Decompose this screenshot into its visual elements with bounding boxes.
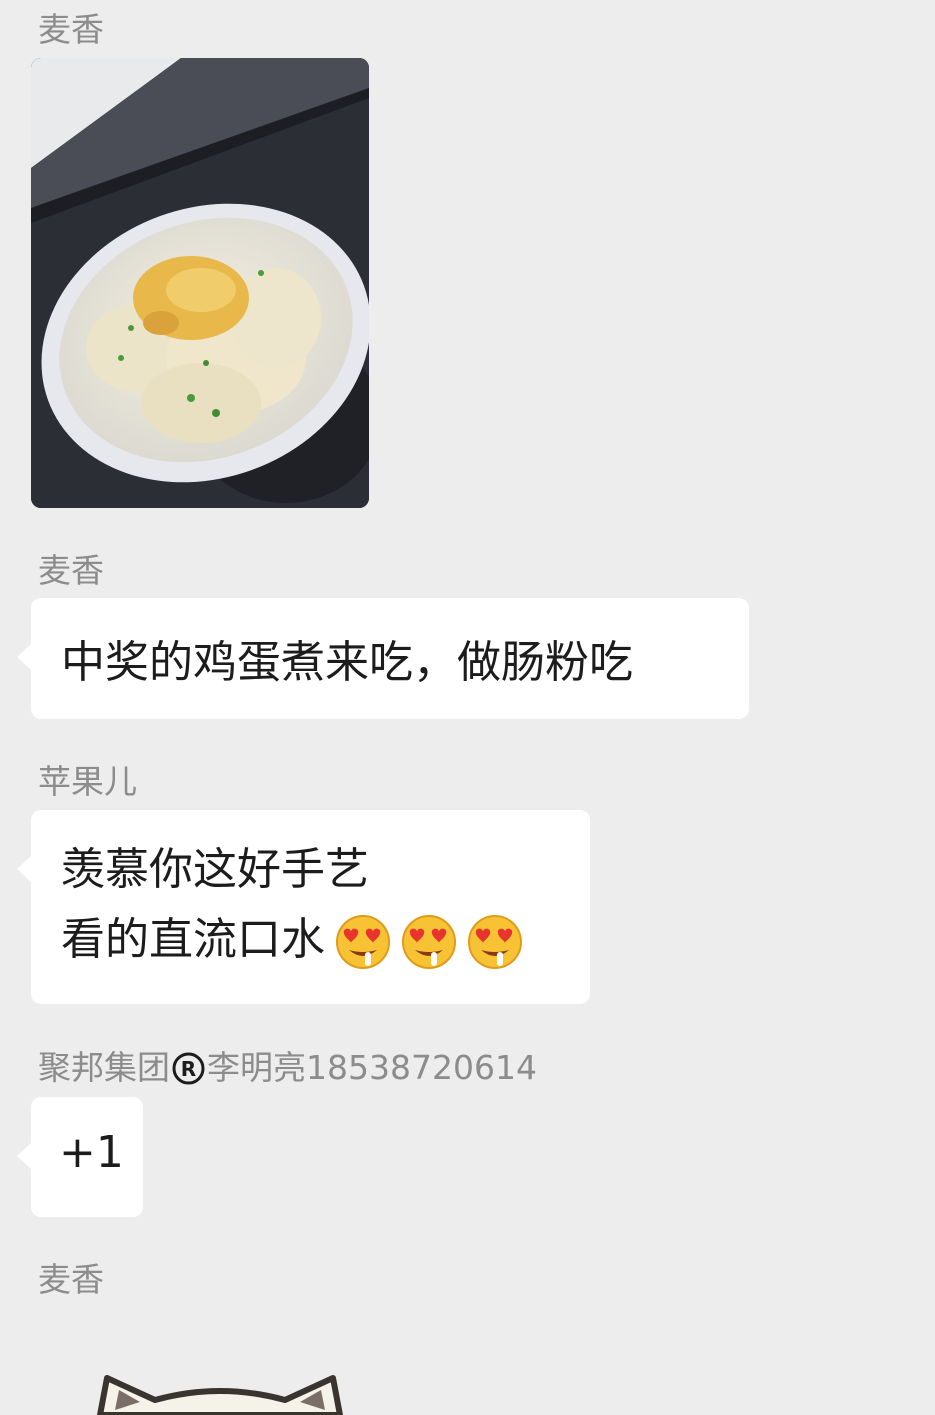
sender-name: 苹果儿 (38, 762, 137, 801)
message-text-line: 羡慕你这好手艺 (61, 844, 369, 895)
message-bubble[interactable]: 中奖的鸡蛋煮来吃，做肠粉吃 (17, 598, 749, 719)
sender-name-prefix: 聚邦集团 (38, 1048, 170, 1087)
message-bubble[interactable]: +1 (17, 1097, 143, 1217)
sender-name: 麦香 (38, 10, 104, 49)
sender-name: 聚邦集团 R 李明亮18538720614 (38, 1048, 537, 1088)
message-text-line-with-emoji: 看的直流口水 (61, 905, 590, 975)
sender-name-suffix: 李明亮18538720614 (207, 1048, 537, 1087)
sender-name: 麦香 (38, 1260, 104, 1299)
message-text: 中奖的鸡蛋煮来吃，做肠粉吃 (61, 637, 633, 688)
cat-sticker-image (97, 1375, 343, 1415)
registered-mark-icon: R (172, 1052, 205, 1085)
drooling-heart-eyes-emoji (336, 915, 390, 969)
svg-text:R: R (181, 1057, 196, 1081)
cat-sticker[interactable] (95, 1370, 345, 1415)
message-text-line: 看的直流口水 (61, 914, 325, 965)
sender-name: 麦香 (38, 551, 104, 590)
drooling-heart-eyes-emoji (402, 915, 456, 969)
message-text: +1 (59, 1127, 124, 1178)
food-photo-image (31, 58, 369, 508)
drooling-heart-eyes-emoji (468, 915, 522, 969)
message-bubble[interactable]: 羡慕你这好手艺 看的直流口水 (17, 810, 590, 1004)
food-photo[interactable] (31, 58, 369, 508)
